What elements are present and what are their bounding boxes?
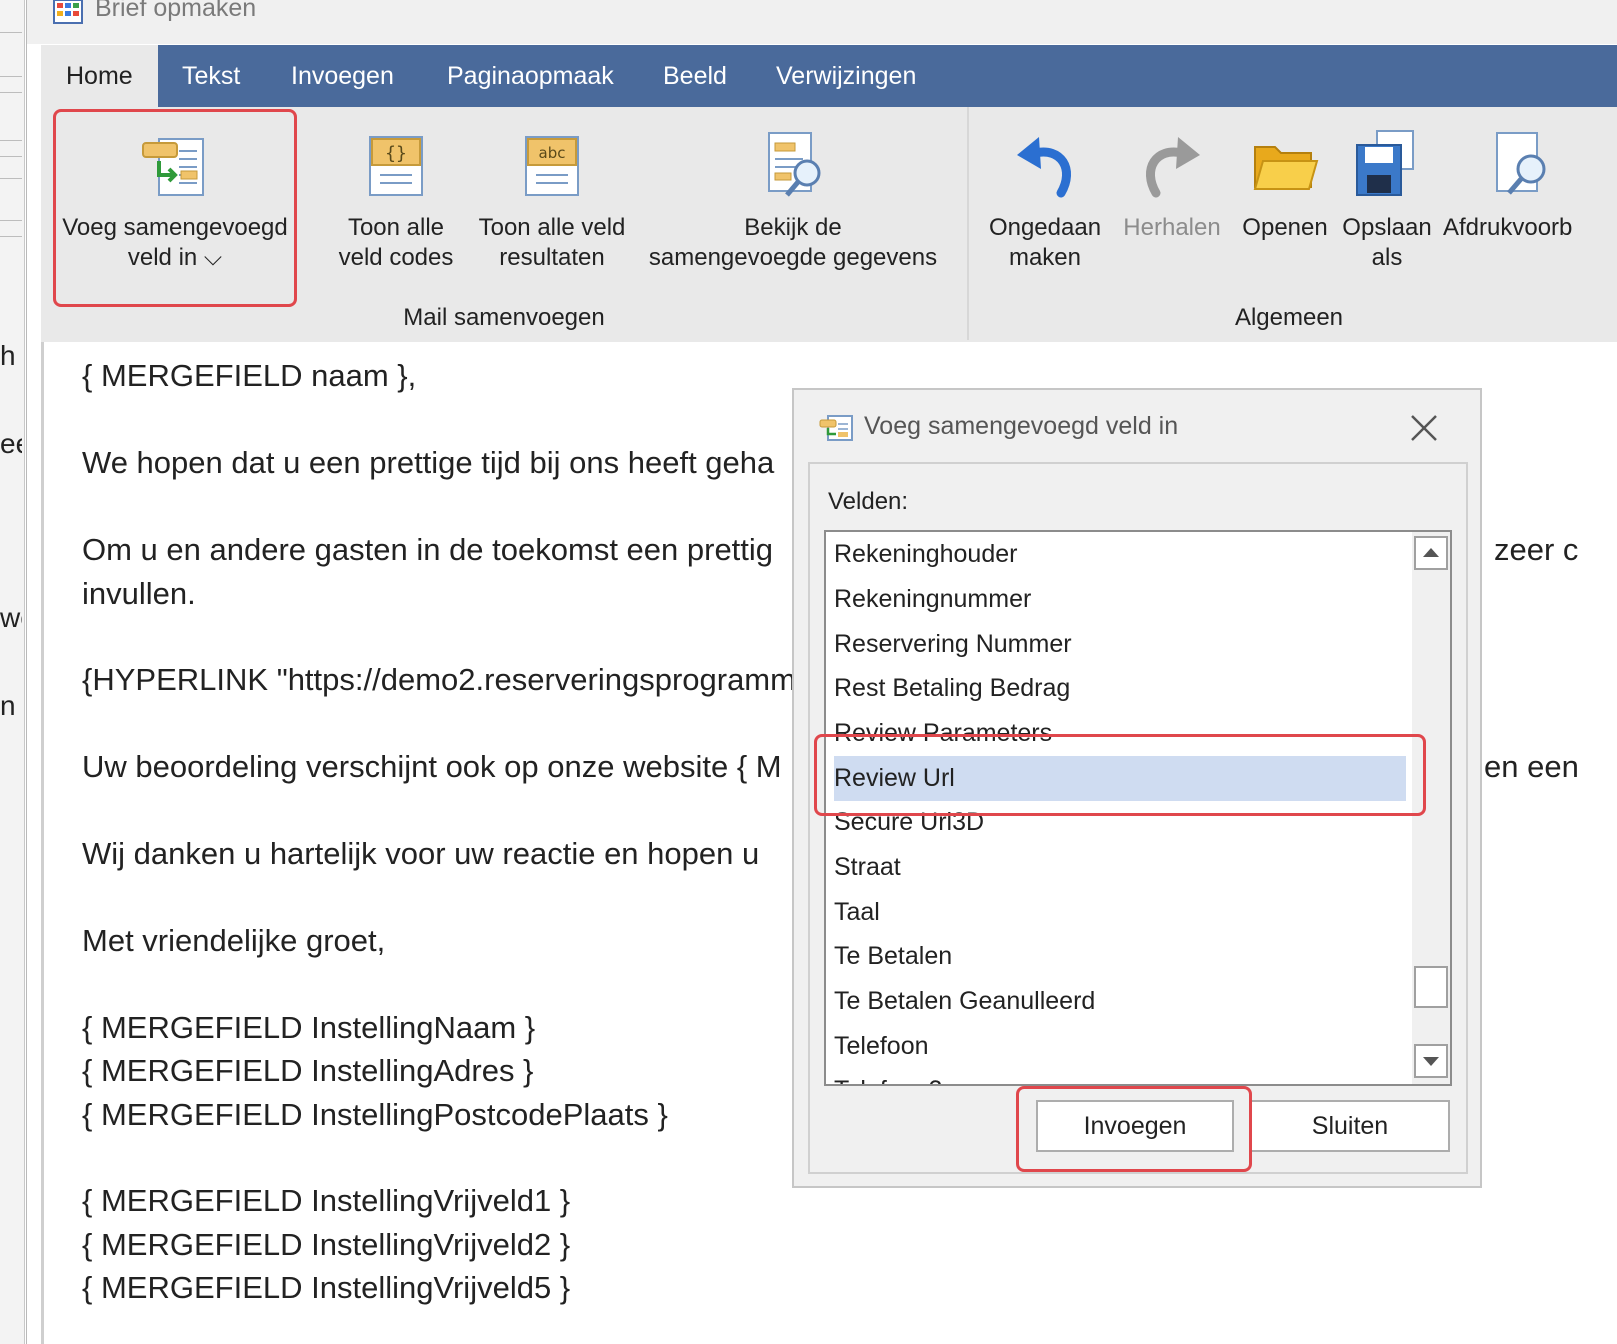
background-text-fragment: n	[0, 690, 16, 721]
strip-divider	[0, 76, 22, 77]
open-label: Openen	[1242, 214, 1328, 241]
document-line: { MERGEFIELD naam },	[82, 358, 417, 393]
strip-divider	[0, 178, 22, 179]
list-item[interactable]: Rekeninghouder	[834, 532, 1406, 577]
open-folder-icon	[1253, 146, 1319, 190]
background-text-fragment: h	[0, 340, 16, 371]
list-item[interactable]: Taal	[834, 890, 1406, 935]
list-item[interactable]: Review Parameters	[834, 711, 1406, 756]
strip-divider	[0, 220, 22, 221]
tab-home[interactable]: Home	[41, 45, 158, 107]
save-as-label: Opslaan als	[1342, 214, 1432, 271]
scroll-up-button[interactable]	[1414, 536, 1448, 570]
background-text-fragment: ee	[0, 428, 22, 459]
fields-scrollbar[interactable]	[1412, 532, 1450, 1084]
document-line: We hopen dat u een prettige tijd bij ons…	[82, 445, 775, 480]
list-item[interactable]: Secure Url3D	[834, 800, 1406, 845]
show-field-results-button[interactable]: abc Toon alle veld resultaten	[441, 107, 663, 297]
list-item[interactable]: Rest Betaling Bedrag	[834, 666, 1406, 711]
document-line-fragment: en een	[1484, 749, 1579, 784]
scrollbar-thumb[interactable]	[1414, 966, 1448, 1008]
list-item[interactable]: Reservering Nummer	[834, 622, 1406, 667]
title-bar: Brief opmaken	[27, 0, 1617, 44]
document-line: Wij danken u hartelijk voor uw reactie e…	[82, 836, 760, 871]
ribbon: Voeg samengevoegd veld in ⌵ {} Toon alle…	[41, 107, 1617, 344]
document-line: { MERGEFIELD InstellingPostcodePlaats }	[82, 1097, 668, 1132]
background-window-strip: h ee we n	[0, 0, 25, 1344]
field-codes-icon: {}	[369, 136, 423, 196]
strip-divider	[0, 156, 22, 157]
fields-listbox[interactable]: Rekeninghouder Rekeningnummer Reserverin…	[824, 530, 1452, 1086]
svg-text:{}: {}	[385, 143, 407, 164]
insert-merge-field-icon	[819, 415, 853, 441]
insert-merge-field-dialog: Voeg samengevoegd veld in Velden: Rekeni…	[792, 388, 1482, 1188]
insert-merge-field-icon	[142, 138, 204, 196]
undo-label: Ongedaan maken	[988, 214, 1102, 271]
redo-label: Herhalen	[1123, 214, 1221, 241]
document-line: { MERGEFIELD InstellingAdres }	[82, 1053, 534, 1088]
insert-merge-field-label: Voeg samengevoegd veld in ⌵	[62, 214, 288, 271]
tab-invoegen[interactable]: Invoegen	[266, 45, 419, 107]
triangle-up-icon	[1423, 548, 1439, 557]
ribbon-tab-bar: Home Tekst Invoegen Paginaopmaak Beeld V…	[41, 45, 1617, 107]
group-label-general: Algemeen	[1234, 304, 1344, 331]
tab-beeld[interactable]: Beeld	[638, 45, 752, 107]
dialog-title: Voeg samengevoegd veld in	[864, 412, 1179, 440]
document-line: Uw beoordeling verschijnt ook op onze we…	[82, 749, 782, 784]
document-line: { MERGEFIELD InstellingVrijveld2 }	[82, 1227, 571, 1262]
insert-button[interactable]: Invoegen	[1036, 1100, 1234, 1152]
insert-merge-field-button[interactable]: Voeg samengevoegd veld in ⌵	[55, 107, 295, 297]
open-button[interactable]: Openen	[1233, 107, 1337, 297]
document-line: { MERGEFIELD InstellingVrijveld1 }	[82, 1183, 571, 1218]
list-item[interactable]: Straat	[834, 845, 1406, 890]
document-line: invullen.	[82, 576, 196, 611]
undo-button[interactable]: Ongedaan maken	[981, 107, 1109, 297]
tab-tekst[interactable]: Tekst	[157, 45, 265, 107]
save-as-button[interactable]: Opslaan als	[1337, 107, 1437, 297]
background-text-fragment: we	[0, 602, 22, 633]
field-results-icon: abc	[525, 136, 579, 196]
close-icon[interactable]	[1406, 410, 1442, 446]
redo-icon	[1146, 137, 1200, 198]
undo-icon	[1017, 137, 1071, 198]
print-preview-label: Afdrukvoorb	[1443, 214, 1573, 241]
app-icon	[53, 0, 83, 24]
view-merged-data-label: Bekijk de samengevoegde gegevens	[648, 214, 938, 271]
print-preview-button[interactable]: Afdrukvoorb	[1433, 107, 1605, 297]
list-item[interactable]: Rekeningnummer	[834, 577, 1406, 622]
list-item[interactable]: Te Betalen	[834, 934, 1406, 979]
tab-paginaopmaak[interactable]: Paginaopmaak	[422, 45, 639, 107]
list-item[interactable]: Telefoon	[834, 1024, 1406, 1069]
view-merged-data-button[interactable]: Bekijk de samengevoegde gegevens	[633, 107, 953, 297]
redo-button[interactable]: Herhalen	[1111, 107, 1233, 297]
window-title: Brief opmaken	[95, 0, 257, 22]
triangle-down-icon	[1423, 1057, 1439, 1066]
group-label-mail: Mail samenvoegen	[403, 304, 605, 331]
save-as-icon	[1356, 130, 1414, 196]
list-item-selected[interactable]: Review Url	[834, 756, 1406, 801]
view-merged-data-icon	[768, 132, 821, 197]
document-line: {HYPERLINK "https://demo2.reserveringspr…	[82, 662, 796, 697]
strip-divider	[0, 236, 22, 237]
document-line: Om u en andere gasten in de toekomst een…	[82, 532, 774, 567]
list-item[interactable]: Telefoon2	[834, 1068, 1406, 1084]
document-line: Met vriendelijke groet,	[82, 923, 386, 958]
tab-verwijzingen[interactable]: Verwijzingen	[751, 45, 941, 107]
document-line-fragment: zeer c	[1494, 532, 1579, 567]
print-preview-icon	[1496, 132, 1546, 195]
strip-divider	[0, 32, 22, 33]
strip-divider	[0, 92, 22, 93]
document-line: { MERGEFIELD InstellingVrijveld5 }	[82, 1270, 571, 1305]
svg-text:abc: abc	[539, 144, 566, 162]
scroll-down-button[interactable]	[1414, 1044, 1448, 1078]
document-line: { MERGEFIELD InstellingNaam }	[82, 1010, 536, 1045]
list-item[interactable]: Te Betalen Geanulleerd	[834, 979, 1406, 1024]
show-field-results-label: Toon alle veld resultaten	[478, 214, 626, 271]
strip-divider	[0, 140, 22, 141]
close-button[interactable]: Sluiten	[1250, 1100, 1450, 1152]
fields-label: Velden:	[828, 488, 909, 515]
